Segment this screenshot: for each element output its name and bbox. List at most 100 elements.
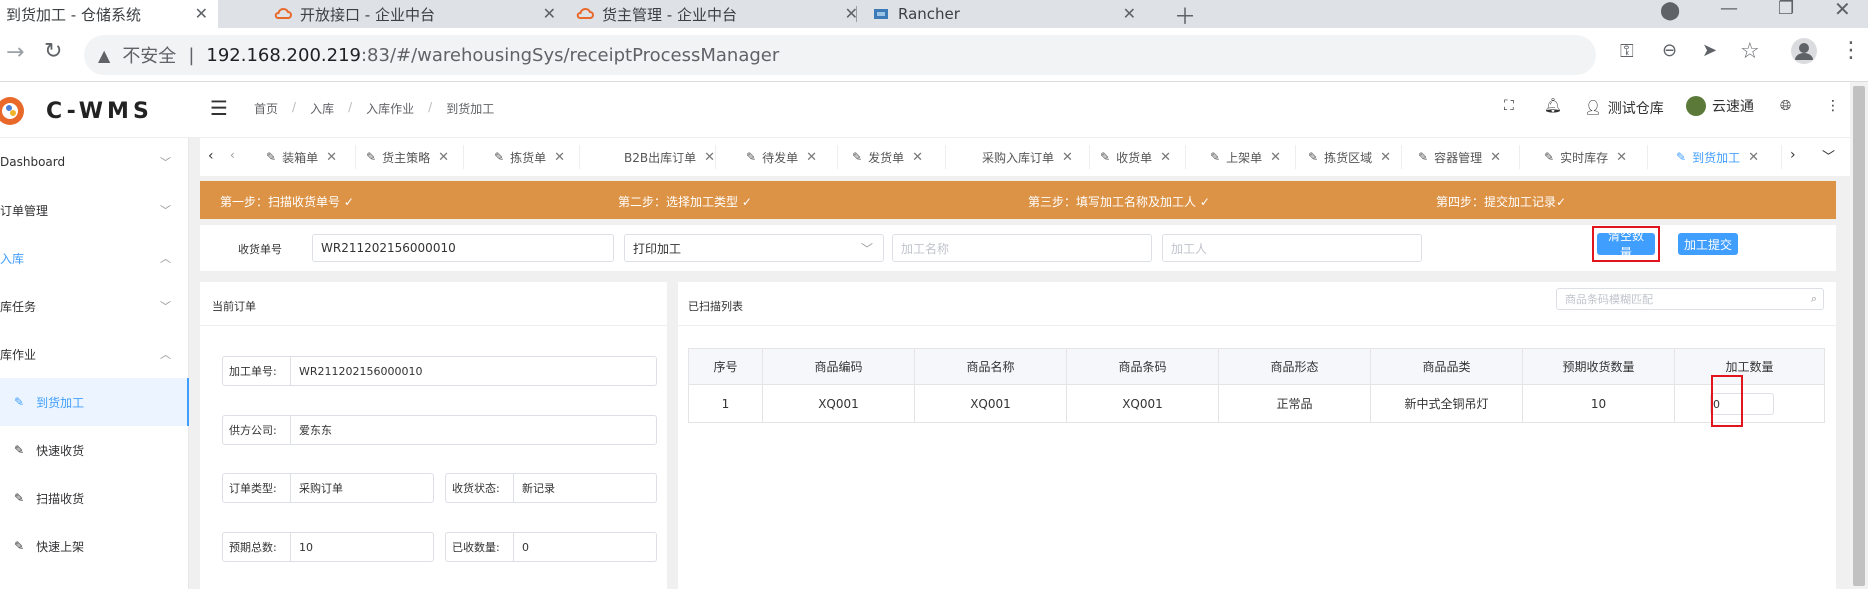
field-key: 收货状态: <box>446 474 514 502</box>
process-qty-cell: 0 <box>1674 375 1825 427</box>
barcode-search-input[interactable]: 商品条码模糊匹配 ⌕ <box>1556 288 1824 310</box>
breadcrumb: 首页 / 入库 / 入库作业 / 到货加工 <box>254 100 495 117</box>
tag-realtime-stock[interactable]: ✎ 实时库存 ✕ <box>1544 145 1648 169</box>
receipt-number-input[interactable]: WR211202156000010 <box>312 234 614 262</box>
tag-shipment[interactable]: ✎ 发货单 ✕ <box>852 145 946 169</box>
tag-label: 货主策略 <box>382 150 431 165</box>
close-icon[interactable]: ✕ <box>326 150 337 165</box>
tag-picking-area[interactable]: ✎ 拣货区域 ✕ <box>1308 145 1402 169</box>
chevron-right-icon[interactable]: › <box>1790 147 1796 163</box>
profile-icon[interactable] <box>1790 37 1818 71</box>
close-icon[interactable]: ✕ <box>1616 150 1627 165</box>
url-path: :83/#/warehousingSys/receiptProcessManag… <box>360 44 780 66</box>
tab-search-icon[interactable]: ⬤ <box>1660 0 1680 21</box>
close-icon[interactable]: ✕ <box>806 150 817 165</box>
process-person-input[interactable]: 加工人 <box>1162 234 1422 262</box>
sidebar-subitem-arrival-process[interactable]: ✎ 到货加工 <box>0 378 189 426</box>
bell-icon[interactable]: 🔔︎ <box>1544 98 1562 114</box>
sidebar-subitem-quick-receive[interactable]: ✎ 快速收货 <box>0 426 189 474</box>
pencil-icon: ✎ <box>1210 150 1221 164</box>
tag-owner-strategy[interactable]: ✎ 货主策略 ✕ <box>366 145 464 169</box>
chevron-down-icon[interactable]: ﹀ <box>1822 146 1835 165</box>
sidebar-item-tasks[interactable]: 库任务 ﹀ <box>0 282 189 330</box>
tag-b2b-outbound[interactable]: B2B出库订单 ✕ <box>624 145 716 169</box>
process-type-select[interactable]: 打印加工 ﹀ <box>624 234 884 262</box>
reload-icon[interactable]: ↻ <box>44 39 62 64</box>
user-menu[interactable]: 云速通 <box>1686 96 1754 116</box>
tag-pending[interactable]: ✎ 待发单 ✕ <box>746 145 838 169</box>
sidebar-toggle-icon[interactable]: ☰ <box>210 96 228 120</box>
chevron-icon: ﹀ <box>160 204 171 217</box>
pencil-icon: ✎ <box>14 539 25 553</box>
send-icon[interactable]: ➤ <box>1702 40 1717 61</box>
column-header: 预期收货数量 <box>1522 348 1675 385</box>
tag-container[interactable]: ✎ 容器管理 ✕ <box>1418 145 1520 169</box>
process-name-input[interactable]: 加工名称 <box>892 234 1152 262</box>
restore-icon[interactable]: ❐ <box>1778 0 1794 19</box>
table-cell: XQ001 <box>914 384 1067 423</box>
breadcrumb-item[interactable]: 入库作业 <box>366 100 414 117</box>
new-tab-icon[interactable]: ＋ <box>1174 0 1196 31</box>
minimize-icon[interactable]: — <box>1720 0 1738 19</box>
step-3: 第三步：填写加工名称及加工人 ✓ <box>1028 195 1210 209</box>
tag-picking[interactable]: ✎ 拣货单 ✕ <box>494 145 580 169</box>
pencil-icon: ✎ <box>1308 150 1319 164</box>
sidebar-item-label: 库任务 <box>0 299 37 314</box>
browser-tab[interactable]: 开放接口 - 企业中台 ✕ <box>268 0 556 28</box>
close-icon[interactable]: ✕ <box>1380 150 1391 165</box>
more-icon[interactable]: ⋮ <box>1826 98 1840 114</box>
sidebar-subitem-scan-receive[interactable]: ✎ 扫描收货 <box>0 474 189 522</box>
tag-receipt[interactable]: ✎ 收货单 ✕ <box>1100 145 1186 169</box>
sidebar-item-label: 到货加工 <box>36 395 85 410</box>
process-submit-button[interactable]: 加工提交 <box>1678 233 1738 255</box>
tag-packing[interactable]: ✎ 装箱单 ✕ <box>266 145 356 169</box>
browser-tab-title: 货主管理 - 企业中台 <box>602 5 737 24</box>
bookmark-star-icon[interactable]: ☆ <box>1740 39 1760 64</box>
scrollbar-thumb[interactable] <box>1853 86 1865 586</box>
fullscreen-icon[interactable]: ⛶ <box>1504 98 1514 114</box>
sidebar-item-inbound[interactable]: 入库 ︿ <box>0 234 189 282</box>
browser-tab[interactable]: Rancher ✕ <box>866 0 1146 28</box>
close-icon[interactable]: ✕ <box>1123 4 1136 23</box>
close-icon[interactable]: ✕ <box>1490 150 1501 165</box>
url-field[interactable]: ▲ 不安全 | 192.168.200.219 :83/#/warehousin… <box>84 35 1596 75</box>
tag-putaway[interactable]: ✎ 上架单 ✕ <box>1210 145 1296 169</box>
browser-tab[interactable]: 到货加工 - 仓储系统 ✕ <box>0 0 218 28</box>
close-icon[interactable]: ✕ <box>704 150 715 165</box>
close-icon[interactable]: ✕ <box>438 150 449 165</box>
close-icon[interactable]: ✕ <box>1748 150 1759 165</box>
breadcrumb-item[interactable]: 首页 <box>254 100 278 117</box>
close-icon[interactable]: ✕ <box>554 150 565 165</box>
sidebar-subitem-quick-putaway[interactable]: ✎ 快速上架 <box>0 522 189 570</box>
sidebar-item-orders[interactable]: 订单管理 ﹀ <box>0 186 189 234</box>
table-cell: 正常品 <box>1218 384 1371 423</box>
tag-label: 采购入库订单 <box>982 150 1055 165</box>
sidebar-item-operations[interactable]: 库作业 ︿ <box>0 330 189 378</box>
close-icon[interactable]: ✕ <box>1062 150 1073 165</box>
zoom-icon[interactable]: ⊖ <box>1662 40 1677 61</box>
chevron-left-icon[interactable]: ‹ <box>208 148 214 164</box>
sidebar-item-dashboard[interactable]: Dashboard ﹀ <box>0 138 189 186</box>
globe-icon[interactable]: 🌐︎ <box>1780 98 1791 114</box>
forward-icon[interactable]: → <box>6 40 24 65</box>
close-icon[interactable]: ✕ <box>912 150 923 165</box>
key-icon[interactable]: ⚿ <box>1620 41 1634 62</box>
tag-label: 容器管理 <box>1434 150 1483 165</box>
close-icon[interactable]: ✕ <box>543 4 556 23</box>
sidebar: Dashboard ﹀ 订单管理 ﹀ 入库 ︿ 库任务 ﹀ 库作业 ︿ ✎ 到货加工 ✎ 快速… <box>0 138 189 589</box>
browser-tab[interactable]: 货主管理 - 企业中台 ✕ <box>570 0 858 28</box>
close-icon[interactable]: ✕ <box>1160 150 1171 165</box>
tag-arrival-process[interactable]: ✎ 到货加工 ✕ <box>1676 145 1782 169</box>
clear-quantity-button[interactable]: 清空数量 <box>1597 229 1655 260</box>
tag-purchase-inbound[interactable]: 采购入库订单 ✕ <box>982 145 1090 169</box>
close-icon[interactable]: ✕ <box>195 4 208 23</box>
highlight-box <box>1711 375 1743 427</box>
window-close-icon[interactable]: ✕ <box>1834 0 1851 21</box>
warehouse-switch[interactable]: 👤︎ 测试仓库 <box>1584 98 1664 118</box>
browser-menu-icon[interactable]: ⋮ <box>1840 38 1862 63</box>
breadcrumb-item[interactable]: 入库 <box>310 100 334 117</box>
field-value: 爱东东 <box>299 424 332 437</box>
close-icon[interactable]: ✕ <box>1270 150 1281 165</box>
process-person-placeholder: 加工人 <box>1171 241 1208 256</box>
tab-divider <box>856 6 857 22</box>
